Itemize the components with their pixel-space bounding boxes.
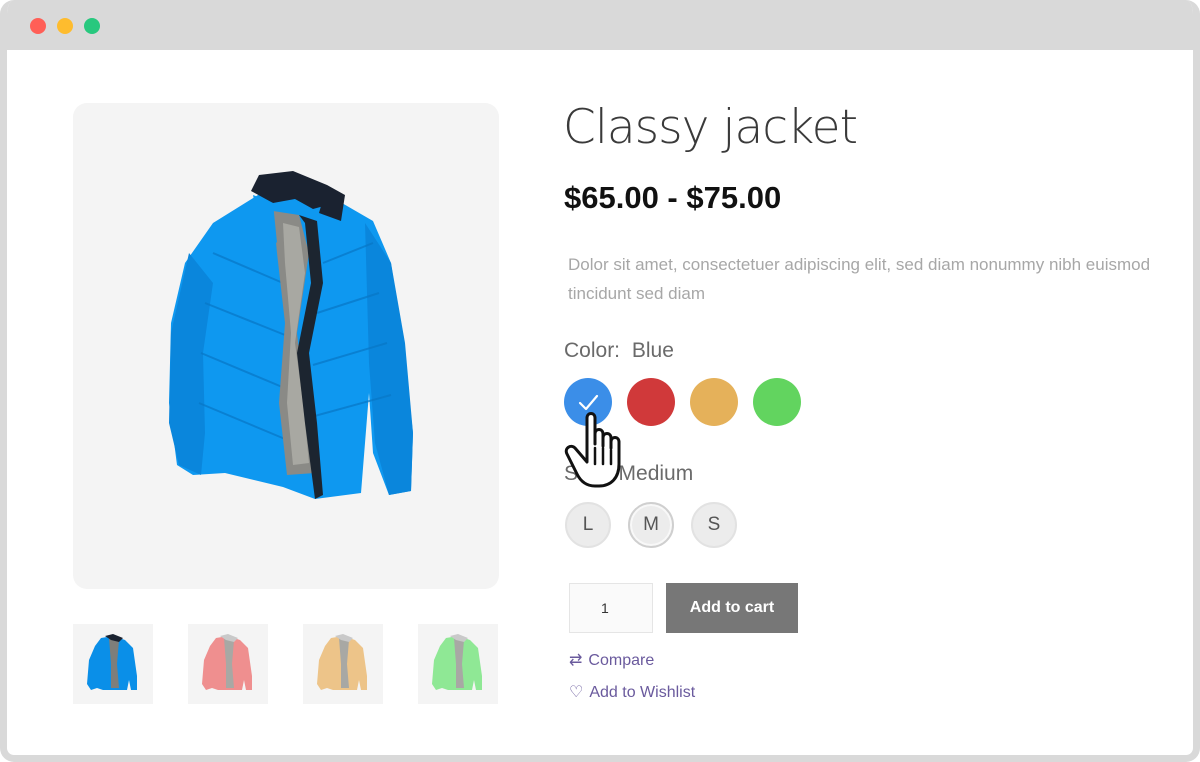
color-label: Color: xyxy=(564,339,621,362)
title-bar xyxy=(7,0,1193,50)
thumbnail-red[interactable] xyxy=(188,624,268,704)
compare-arrows-icon: ⇄ xyxy=(569,652,583,669)
heart-icon: ♡ xyxy=(569,684,584,701)
minimize-dot[interactable] xyxy=(57,18,73,34)
thumbnail-orange[interactable] xyxy=(303,624,383,704)
compare-link[interactable]: ⇄ Compare xyxy=(569,650,654,670)
browser-window: Classy jacket $65.00 - $75.00 Dolor sit … xyxy=(0,0,1200,762)
size-label: Size: xyxy=(564,462,611,485)
thumbnail-green[interactable] xyxy=(418,624,498,704)
red-jacket-icon xyxy=(202,634,252,690)
color-swatch-green[interactable] xyxy=(753,378,801,426)
product-description: Dolor sit amet, consectetuer adipiscing … xyxy=(568,255,1151,303)
quantity-input[interactable] xyxy=(569,583,653,633)
add-to-cart-button[interactable]: Add to cart xyxy=(666,583,798,633)
product-price: $65.00 - $75.00 xyxy=(564,180,782,215)
green-jacket-icon xyxy=(432,634,482,690)
color-swatch-red[interactable] xyxy=(627,378,675,426)
wishlist-link[interactable]: ♡ Add to Wishlist xyxy=(569,682,695,702)
blue-jacket-icon xyxy=(87,634,137,690)
thumbnail-blue[interactable] xyxy=(73,624,153,704)
blue-jacket-icon xyxy=(169,171,413,499)
color-attribute-label: Color: Blue xyxy=(564,339,674,363)
size-option-s[interactable]: S xyxy=(691,502,737,548)
product-main-image[interactable] xyxy=(73,103,499,589)
check-icon xyxy=(578,394,599,411)
close-dot[interactable] xyxy=(30,18,46,34)
size-option-l[interactable]: L xyxy=(565,502,611,548)
color-swatch-blue[interactable] xyxy=(564,378,612,426)
size-option-m[interactable]: M xyxy=(628,502,674,548)
wishlist-label: Add to Wishlist xyxy=(589,684,696,701)
color-selected-value: Blue xyxy=(631,339,674,362)
color-swatch-orange[interactable] xyxy=(690,378,738,426)
size-attribute-label: Size: Medium xyxy=(564,462,693,486)
product-title: Classy jacket xyxy=(563,100,858,155)
compare-label: Compare xyxy=(588,652,655,669)
orange-jacket-icon xyxy=(317,634,367,690)
maximize-dot[interactable] xyxy=(84,18,100,34)
size-selected-value: Medium xyxy=(618,462,694,485)
